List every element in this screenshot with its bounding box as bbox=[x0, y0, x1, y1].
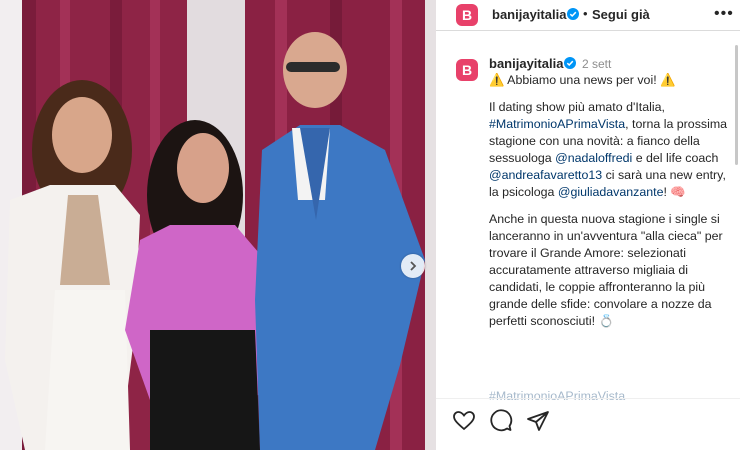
post-header: B banijayitalia • Segui già ••• bbox=[436, 0, 740, 31]
profile-avatar[interactable]: B bbox=[456, 4, 478, 26]
following-button[interactable]: Segui già bbox=[592, 7, 650, 22]
caption-scrollbar[interactable] bbox=[735, 45, 738, 165]
post-time[interactable]: 2 sett bbox=[582, 57, 611, 71]
caption-paragraph-2: Il dating show più amato d'Italia, #Matr… bbox=[489, 99, 729, 201]
caption-line-1: ⚠️ Abbiamo una news per voi! ⚠️ bbox=[489, 73, 676, 87]
avatar-logo-letter: B bbox=[461, 7, 473, 23]
header-separator: • bbox=[583, 6, 588, 21]
caption-text-segment: e del life coach bbox=[632, 151, 719, 165]
post-panel: B banijayitalia • Segui già ••• B banija… bbox=[436, 0, 740, 450]
mention-link[interactable]: @giuliadavanzante bbox=[558, 185, 664, 199]
share-icon[interactable] bbox=[526, 409, 550, 433]
mention-link[interactable]: @andreafavaretto13 bbox=[489, 168, 602, 182]
next-image-button[interactable] bbox=[401, 254, 425, 278]
caption-paragraph-3: Anche in questa nuova stagione i single … bbox=[489, 212, 723, 328]
mention-link[interactable]: @nadaloffredi bbox=[555, 151, 632, 165]
action-bar bbox=[436, 398, 740, 451]
avatar-logo-letter: B bbox=[461, 62, 473, 78]
comment-icon[interactable] bbox=[489, 409, 513, 433]
more-options-button[interactable]: ••• bbox=[714, 5, 734, 23]
chevron-right-icon bbox=[410, 261, 417, 271]
caption-text-segment: ! 🧠 bbox=[663, 185, 686, 199]
header-username[interactable]: banijayitalia bbox=[492, 7, 566, 22]
verified-badge-icon bbox=[567, 8, 579, 20]
caption-text: ⚠️ Abbiamo una news per voi! ⚠️ Il datin… bbox=[489, 72, 729, 340]
photo-illustration bbox=[0, 0, 436, 450]
verified-badge-icon bbox=[564, 57, 576, 69]
caption-username[interactable]: banijayitalia bbox=[489, 56, 563, 71]
caption-avatar[interactable]: B bbox=[456, 59, 478, 81]
heart-icon[interactable] bbox=[452, 409, 476, 433]
post-photo bbox=[0, 0, 436, 450]
hashtag-link[interactable]: #MatrimonioAPrimaVista bbox=[489, 117, 625, 131]
caption-text-segment: Il dating show più amato d'Italia, bbox=[489, 100, 665, 114]
caption-area: B banijayitalia 2 sett ⚠️ Abbiamo una ne… bbox=[436, 43, 734, 398]
